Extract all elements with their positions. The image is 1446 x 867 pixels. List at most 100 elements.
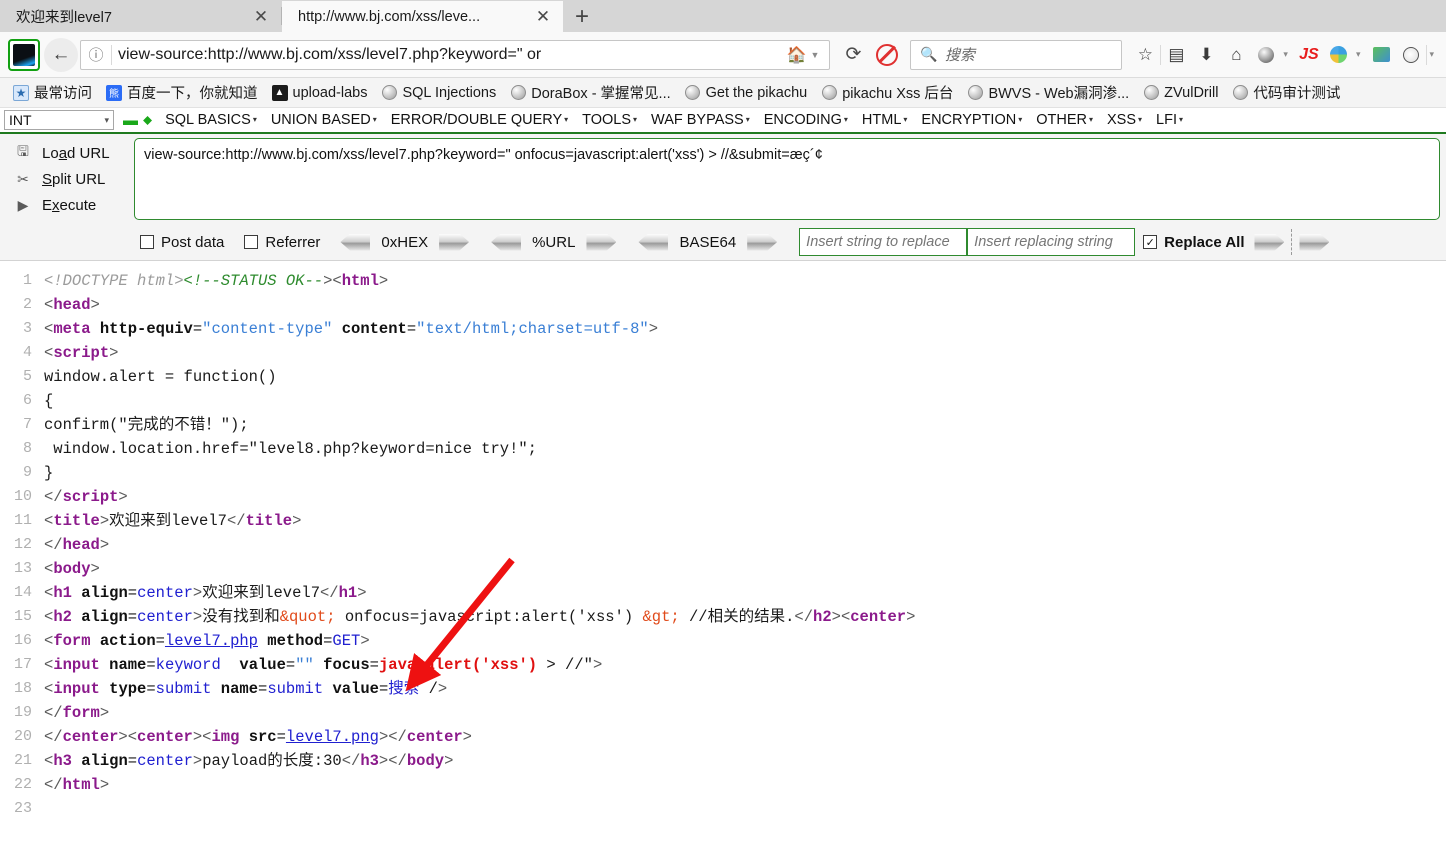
split-url-button[interactable]: ✂ Split URL [0, 166, 134, 192]
code-token: body [407, 752, 444, 770]
javascript-toggle-icon[interactable]: JS [1294, 40, 1324, 70]
globe-icon [967, 85, 983, 101]
load-url-button[interactable]: 🖫 Load URL [0, 140, 134, 166]
bookmark-item[interactable]: Get the pikachu [678, 85, 815, 101]
execute-button[interactable]: ▶ Execute [0, 192, 134, 218]
overflow-menu-icon[interactable]: ▾ [1429, 49, 1434, 60]
back-button[interactable]: ← [44, 38, 78, 72]
replace-with-input[interactable]: Insert replacing string [967, 228, 1135, 256]
code-token: < [44, 344, 53, 362]
new-tab-button[interactable]: + [563, 1, 601, 32]
hackbar-menu-error-double-query[interactable]: ERROR/DOUBLE QUERY ▾ [384, 112, 575, 128]
hackbar-menu-html[interactable]: HTML ▾ [855, 112, 915, 128]
search-bar[interactable]: 🔍 搜索 [910, 40, 1122, 70]
code-line: 16 <form action=level7.php method=GET> [0, 629, 1446, 653]
chevron-down-icon: ▾ [1089, 115, 1093, 124]
base64-decode-button[interactable] [638, 234, 668, 251]
tab-close-icon[interactable]: ✕ [531, 5, 555, 29]
bookmark-item[interactable]: SQL Injections [374, 85, 503, 101]
replace-extra-button[interactable] [1299, 234, 1329, 251]
chevron-down-icon: ▾ [844, 115, 848, 124]
refresh-swirl-icon[interactable] [1324, 40, 1354, 70]
line-number: 10 [0, 485, 44, 509]
bookmark-item[interactable]: ZVulDrill [1136, 85, 1225, 101]
code-token[interactable]: level7.php [165, 632, 258, 650]
tab-1[interactable]: http://www.bj.com/xss/leve... ✕ [282, 1, 563, 32]
tab-0[interactable]: 欢迎来到level7 ✕ [0, 1, 281, 32]
tab-title: http://www.bj.com/xss/leve... [298, 9, 531, 25]
url-decode-button[interactable] [491, 234, 521, 251]
code-token: } [44, 464, 53, 482]
reload-button[interactable]: ⟳ [836, 38, 870, 72]
code-token: center [850, 608, 906, 626]
bookmark-item[interactable]: ▲ upload-labs [265, 85, 375, 101]
code-token: = [128, 584, 137, 602]
bookmark-item[interactable]: pikachu Xss 后台 [814, 82, 960, 103]
plug-icon[interactable]: ⬥ [143, 112, 152, 128]
line-content: confirm("完成的不错！"); [44, 413, 1446, 437]
code-token: > [118, 488, 127, 506]
code-token: > [100, 512, 109, 530]
chevron-down-icon[interactable]: ▾ [1356, 49, 1361, 60]
line-number: 6 [0, 389, 44, 413]
minus-icon[interactable]: ▬ [123, 112, 138, 129]
type-select[interactable]: INT ▾ [4, 110, 114, 130]
hackbar-menu-encryption[interactable]: ENCRYPTION ▾ [914, 112, 1029, 128]
page-favicon [13, 44, 35, 66]
chevron-down-icon[interactable]: ▼ [810, 50, 819, 60]
browser-window: 欢迎来到level7 ✕ http://www.bj.com/xss/leve.… [0, 0, 1446, 867]
bookmark-item[interactable]: 代码审计测试 [1225, 82, 1347, 103]
url-textarea[interactable]: view-source:http://www.bj.com/xss/level7… [134, 138, 1440, 220]
reader-list-icon[interactable]: ▤ [1161, 40, 1191, 70]
hackbar-menu-sql-basics[interactable]: SQL BASICS ▾ [158, 112, 264, 128]
moon-phase-icon[interactable] [1251, 40, 1281, 70]
code-token: html [63, 776, 100, 794]
bookmark-item[interactable]: DoraBox - 掌握常见... [503, 82, 677, 103]
split-url-label: Split URL [42, 171, 105, 188]
noscript-icon[interactable] [870, 38, 904, 72]
bookmark-star-icon[interactable]: ☆ [1130, 40, 1160, 70]
hackbar-menu-union-based[interactable]: UNION BASED ▾ [264, 112, 384, 128]
bookmark-item[interactable]: 熊百度一下，你就知道 [99, 82, 265, 103]
code-token[interactable]: level7.png [286, 728, 379, 746]
home-icon[interactable]: ⌂ [1221, 40, 1251, 70]
hackbar-menu-encoding[interactable]: ENCODING ▾ [757, 112, 855, 128]
line-number: 15 [0, 605, 44, 629]
hackbar-menu-tools[interactable]: TOOLS ▾ [575, 112, 644, 128]
code-line: 17 <input name=keyword value="" focus=jav… [0, 653, 1446, 677]
url-bar[interactable]: ⓘ view-source:http://www.bj.com/xss/leve… [80, 40, 830, 70]
downloads-icon[interactable]: ⬇ [1191, 40, 1221, 70]
hackbar-menu-lfi[interactable]: LFI ▾ [1149, 112, 1190, 128]
hackbar-menu-other[interactable]: OTHER ▾ [1029, 112, 1100, 128]
url-input[interactable]: view-source:http://www.bj.com/xss/level7… [112, 46, 787, 64]
proxy-switch-icon[interactable] [1366, 40, 1396, 70]
replace-all-checkbox[interactable]: ✓ [1143, 235, 1157, 249]
code-token: keyword [156, 656, 221, 674]
hex-decode-button[interactable] [340, 234, 370, 251]
replace-apply-button[interactable] [1254, 234, 1284, 251]
home-page-icon[interactable]: 🏠 [787, 45, 807, 65]
code-token: </ [44, 776, 63, 794]
code-line: 13 <body> [0, 557, 1446, 581]
tab-close-icon[interactable]: ✕ [249, 5, 273, 29]
bookmark-item[interactable]: ★ 最常访问 [6, 82, 99, 103]
hackbar-menu-waf-bypass[interactable]: WAF BYPASS ▾ [644, 112, 757, 128]
referrer-checkbox[interactable] [244, 235, 258, 249]
bookmark-item[interactable]: BWVS - Web漏洞渗... [960, 82, 1136, 103]
base64-encode-button[interactable] [747, 234, 777, 251]
page-info-icon[interactable]: ⓘ [81, 44, 111, 65]
cookie-manager-icon[interactable] [1396, 40, 1426, 70]
chevron-down-icon[interactable]: ▾ [1283, 49, 1288, 60]
code-token: > [118, 728, 127, 746]
code-token: < [44, 680, 53, 698]
hex-encode-button[interactable] [439, 234, 469, 251]
replace-all-label: Replace All [1164, 234, 1244, 251]
post-data-checkbox[interactable] [140, 235, 154, 249]
search-input[interactable]: 搜索 [945, 44, 975, 65]
url-encode-button[interactable] [586, 234, 616, 251]
hackbar-menu-xss[interactable]: XSS ▾ [1100, 112, 1149, 128]
site-identity-badge[interactable] [8, 39, 40, 71]
replace-search-input[interactable]: Insert string to replace [799, 228, 967, 256]
chevron-down-icon: ▾ [253, 115, 257, 124]
code-token: img [211, 728, 239, 746]
